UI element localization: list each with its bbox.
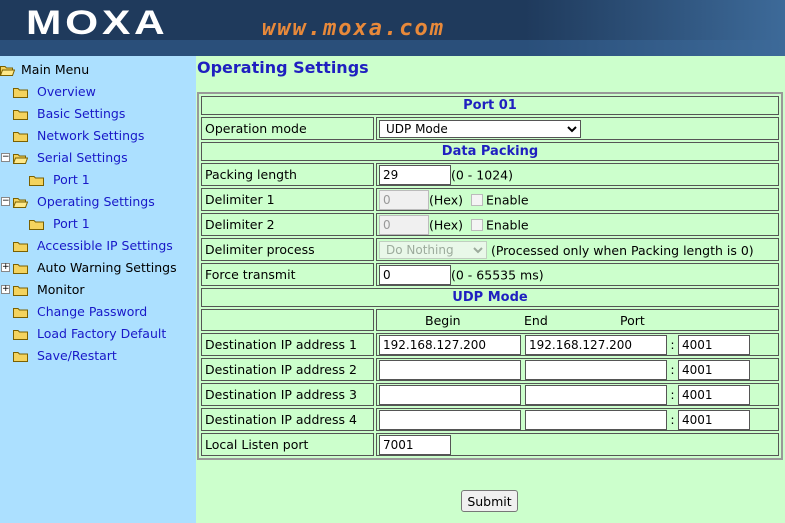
sidebar-item-serial-settings[interactable]: − Serial Settings [0, 147, 196, 169]
sidebar-item-serial-port-1[interactable]: Port 1 [0, 169, 196, 191]
sidebar-item-network-settings[interactable]: Network Settings [0, 125, 196, 147]
destination-ip-2-label: Destination IP address 2 [201, 358, 374, 381]
sidebar-item-main-menu[interactable]: Main Menu [0, 59, 196, 81]
destination-ip-4-label: Destination IP address 4 [201, 408, 374, 431]
site-url: www.moxa.com [262, 16, 445, 41]
port-separator: : [670, 362, 675, 377]
expand-icon[interactable]: + [1, 285, 10, 294]
expand-icon[interactable]: + [1, 263, 10, 272]
folder-icon [13, 307, 28, 318]
collapse-icon[interactable]: − [1, 153, 10, 162]
destination-ip-4-port-input[interactable] [677, 409, 750, 430]
sidebar-item-save-restart[interactable]: Save/Restart [0, 345, 196, 367]
force-transmit-label: Force transmit [201, 263, 374, 286]
sidebar-item-operating-settings[interactable]: − Operating Settings [0, 191, 196, 213]
force-transmit-range: (0 - 65535 ms) [451, 267, 544, 282]
end-column-header: End [524, 313, 548, 328]
operation-mode-select[interactable]: UDP Mode [379, 119, 581, 138]
destination-ip-2-begin-input[interactable] [379, 359, 521, 380]
banner-gradient [525, 0, 785, 56]
begin-column-header: Begin [425, 313, 461, 328]
force-transmit-input[interactable] [379, 264, 451, 285]
destination-ip-3-label: Destination IP address 3 [201, 383, 374, 406]
sidebar-item-load-factory-default[interactable]: Load Factory Default [0, 323, 196, 345]
folder-open-icon [13, 153, 28, 164]
delimiter-1-input[interactable] [379, 189, 429, 210]
udp-mode-header: UDP Mode [201, 288, 779, 307]
collapse-icon[interactable]: − [1, 197, 10, 206]
sidebar-item-auto-warning-settings[interactable]: + Auto Warning Settings [0, 257, 196, 279]
destination-ip-2-port-input[interactable] [677, 359, 750, 380]
destination-ip-1-label: Destination IP address 1 [201, 333, 374, 356]
destination-ip-3-end-input[interactable] [524, 384, 667, 405]
main-content: Operating Settings Port 01 Operation mod… [196, 56, 785, 523]
destination-ip-2-end-input[interactable] [524, 359, 667, 380]
folder-icon [13, 241, 28, 252]
sidebar-item-accessible-ip-settings[interactable]: Accessible IP Settings [0, 235, 196, 257]
local-listen-port-label: Local Listen port [201, 433, 374, 456]
port-separator: : [670, 337, 675, 352]
sidebar-menu: Main Menu Overview Basic Settings Networ… [0, 56, 196, 523]
sidebar-item-operating-port-1[interactable]: Port 1 [0, 213, 196, 235]
delimiter-2-enable-label: Enable [486, 217, 529, 232]
settings-table: Port 01 Operation mode UDP Mode Data Pac… [197, 92, 783, 460]
delimiter-process-note: (Processed only when Packing length is 0… [490, 242, 754, 258]
local-listen-port-input[interactable] [379, 434, 451, 455]
delimiter-process-label: Delimiter process [201, 238, 374, 261]
destination-ip-4-begin-input[interactable] [379, 409, 521, 430]
packing-length-range: (0 - 1024) [451, 167, 513, 182]
delimiter-2-input[interactable] [379, 214, 429, 235]
delimiter-2-enable-checkbox[interactable] [471, 218, 484, 231]
port-column-header: Port [620, 313, 645, 328]
folder-icon [13, 263, 28, 274]
delimiter-2-label: Delimiter 2 [201, 213, 374, 236]
destination-ip-1-port-input[interactable] [677, 334, 750, 355]
port-separator: : [670, 387, 675, 402]
folder-icon [29, 175, 44, 186]
folder-icon [13, 87, 28, 98]
operation-mode-label: Operation mode [201, 117, 374, 140]
column-headers: Begin End Port [379, 310, 775, 330]
page-title: Operating Settings [197, 58, 369, 77]
column-header-spacer [201, 309, 374, 331]
destination-ip-4-end-input[interactable] [524, 409, 667, 430]
folder-icon [29, 219, 44, 230]
sidebar-item-monitor[interactable]: + Monitor [0, 279, 196, 301]
delimiter-1-label: Delimiter 1 [201, 188, 374, 211]
folder-icon [13, 131, 28, 142]
sidebar-item-basic-settings[interactable]: Basic Settings [0, 103, 196, 125]
sidebar-item-overview[interactable]: Overview [0, 81, 196, 103]
delimiter-process-select[interactable]: Do Nothing [379, 240, 487, 259]
destination-ip-1-begin-input[interactable] [379, 334, 521, 355]
folder-icon [13, 109, 28, 120]
destination-ip-1-end-input[interactable] [524, 334, 667, 355]
header-banner: MOXA www.moxa.com [0, 0, 785, 56]
port-header: Port 01 [201, 96, 779, 115]
packing-length-input[interactable] [379, 164, 451, 185]
destination-ip-3-begin-input[interactable] [379, 384, 521, 405]
folder-open-icon [0, 65, 15, 76]
delimiter-1-enable-label: Enable [486, 192, 529, 207]
delimiter-1-unit: (Hex) [429, 192, 464, 207]
sidebar-item-change-password[interactable]: Change Password [0, 301, 196, 323]
packing-length-label: Packing length [201, 163, 374, 186]
delimiter-1-enable-checkbox[interactable] [471, 193, 484, 206]
destination-ip-3-port-input[interactable] [677, 384, 750, 405]
folder-icon [13, 285, 28, 296]
delimiter-2-unit: (Hex) [429, 217, 464, 232]
data-packing-header: Data Packing [201, 142, 779, 161]
port-separator: : [670, 412, 675, 427]
folder-icon [13, 329, 28, 340]
submit-button[interactable]: Submit [461, 490, 518, 512]
folder-open-icon [13, 197, 28, 208]
moxa-logo: MOXA [26, 4, 169, 42]
folder-icon [13, 351, 28, 362]
